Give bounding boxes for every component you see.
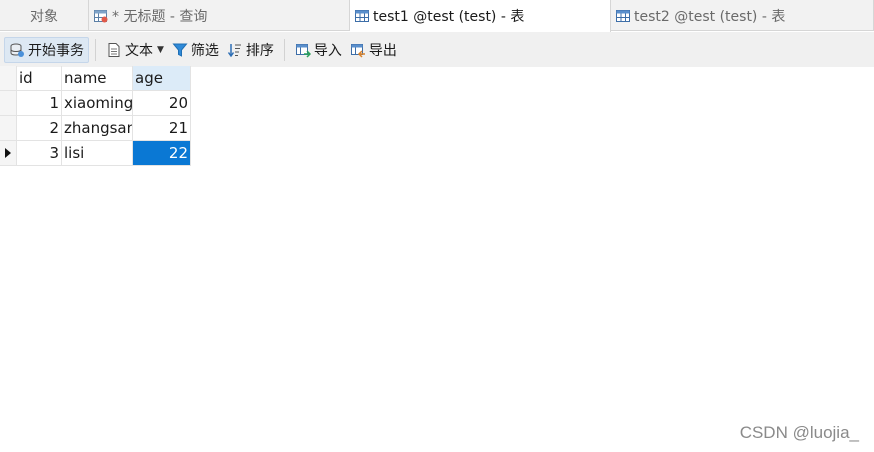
cell-id[interactable]: 2 — [17, 116, 62, 141]
toolbar-divider — [95, 38, 96, 61]
cell-name[interactable]: lisi — [62, 141, 133, 166]
column-header-age[interactable]: age — [133, 66, 191, 91]
export-label: 导出 — [368, 42, 397, 59]
import-label: 导入 — [313, 42, 342, 59]
toolbar: 开始事务 文本 ▼ 筛选 排序 导入 导出 — [0, 32, 874, 67]
tab-objects-label: 对象 — [30, 8, 58, 25]
transaction-icon — [10, 43, 24, 57]
table-icon — [355, 10, 369, 22]
import-button[interactable]: 导入 — [291, 37, 346, 63]
cell-id[interactable]: 1 — [17, 91, 62, 116]
tab-bar: 对象 * 无标题 - 查询 test1 @test (test) - 表 tes… — [0, 0, 874, 32]
cell-name[interactable]: xiaoming — [62, 91, 133, 116]
document-icon — [108, 42, 120, 57]
filter-icon — [172, 43, 188, 57]
cell-age-selected[interactable]: 22 — [133, 141, 191, 166]
row-indicator[interactable] — [0, 91, 17, 116]
chevron-down-icon[interactable]: ▼ — [157, 45, 164, 55]
tab-objects[interactable]: 对象 — [0, 0, 89, 31]
data-grid: id name age 1 xiaoming 20 2 zhangsan 21 … — [0, 66, 191, 166]
tab-test2-table[interactable]: test2 @test (test) - 表 — [611, 0, 874, 31]
tab-test1-label: test1 @test (test) - 表 — [373, 9, 525, 25]
tab-query-label: * 无标题 - 查询 — [112, 8, 208, 25]
row-indicator[interactable] — [0, 141, 17, 166]
tab-test1-table[interactable]: test1 @test (test) - 表 — [350, 0, 611, 32]
column-header-name[interactable]: name — [62, 66, 133, 91]
cell-name[interactable]: zhangsan — [62, 116, 133, 141]
tab-test2-label: test2 @test (test) - 表 — [634, 8, 786, 25]
watermark: CSDN @luojia_ — [739, 423, 859, 442]
grid-header-row: id name age — [0, 66, 191, 91]
query-table-icon — [94, 9, 108, 22]
sort-icon — [227, 43, 241, 57]
row-indicator-header — [0, 66, 17, 91]
tab-untitled-query[interactable]: * 无标题 - 查询 — [89, 0, 350, 31]
table-icon — [616, 9, 630, 22]
filter-label: 筛选 — [190, 42, 219, 59]
import-icon — [295, 43, 311, 58]
sort-label: 排序 — [245, 42, 274, 59]
row-indicator[interactable] — [0, 116, 17, 141]
export-icon — [350, 43, 365, 58]
column-header-id[interactable]: id — [17, 66, 62, 91]
cell-age[interactable]: 21 — [133, 116, 191, 141]
current-row-arrow-icon — [5, 148, 11, 158]
sort-button[interactable]: 排序 — [223, 37, 278, 63]
toolbar-divider — [283, 38, 285, 61]
filter-button[interactable]: 筛选 — [168, 37, 223, 63]
table-row[interactable]: 1 xiaoming 20 — [0, 91, 191, 116]
table-row-selected[interactable]: 3 lisi 22 — [0, 141, 191, 166]
table-row[interactable]: 2 zhangsan 21 — [0, 116, 191, 141]
cell-age[interactable]: 20 — [133, 91, 191, 116]
begin-transaction-label: 开始事务 — [28, 42, 84, 59]
begin-transaction-button[interactable]: 开始事务 — [4, 36, 89, 63]
text-view-label: 文本 — [125, 42, 153, 59]
export-button[interactable]: 导出 — [346, 37, 401, 63]
cell-id[interactable]: 3 — [17, 141, 62, 166]
text-view-button[interactable]: 文本 ▼ — [102, 37, 168, 63]
